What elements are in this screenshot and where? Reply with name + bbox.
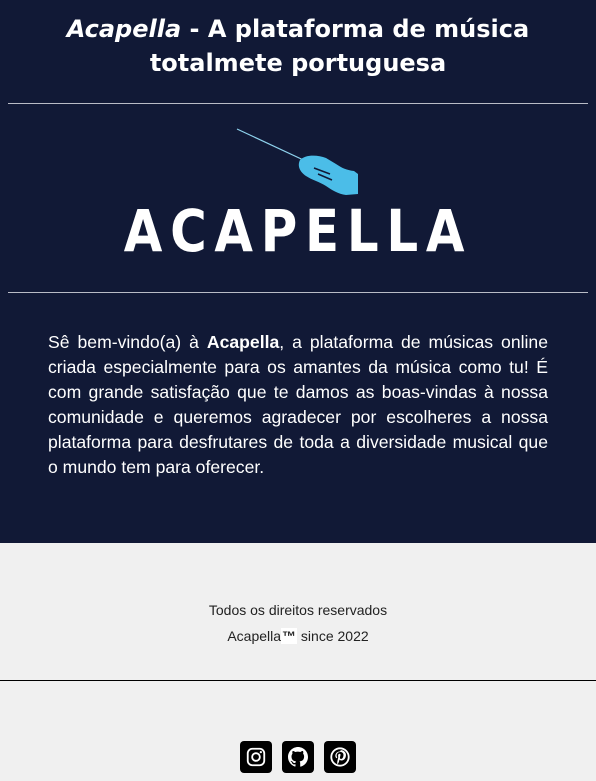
instagram-icon [246, 747, 266, 767]
instagram-link[interactable] [240, 741, 272, 773]
bottom-divider [8, 292, 588, 293]
title-separator: - [181, 15, 208, 43]
footer-divider [0, 680, 596, 681]
conductor-hand-icon [236, 128, 358, 195]
hero-section: Acapella - A plataforma de música totalm… [0, 0, 596, 543]
welcome-brand: Acapella [206, 332, 280, 352]
github-icon [288, 747, 309, 767]
trademark-symbol: ™ [281, 628, 298, 644]
welcome-pre: Sê bem-vindo(a) à [48, 332, 207, 352]
footer-info: Todos os direitos reservados Acapella™ s… [0, 543, 596, 680]
footer: Todos os direitos reservados Acapella™ s… [0, 543, 596, 773]
welcome-text: Sê bem-vindo(a) à Acapella, a plataforma… [48, 330, 548, 480]
since-text: Acapella™ since 2022 [0, 628, 596, 644]
pinterest-icon [330, 747, 350, 767]
social-links [0, 741, 596, 773]
pinterest-link[interactable] [324, 741, 356, 773]
top-divider [8, 103, 588, 104]
footer-brand: Acapella [227, 628, 282, 644]
copyright-text: Todos os direitos reservados [208, 602, 388, 618]
github-link[interactable] [282, 741, 314, 773]
logo-wordmark: ACAPELLA [123, 197, 473, 265]
acapella-logo: ACAPELLA [0, 120, 596, 280]
welcome-post: , a plataforma de músicas online criada … [48, 332, 548, 477]
since-year: since 2022 [297, 628, 369, 644]
page-title: Acapella - A plataforma de música totalm… [0, 0, 596, 80]
title-brand: Acapella [66, 15, 182, 43]
